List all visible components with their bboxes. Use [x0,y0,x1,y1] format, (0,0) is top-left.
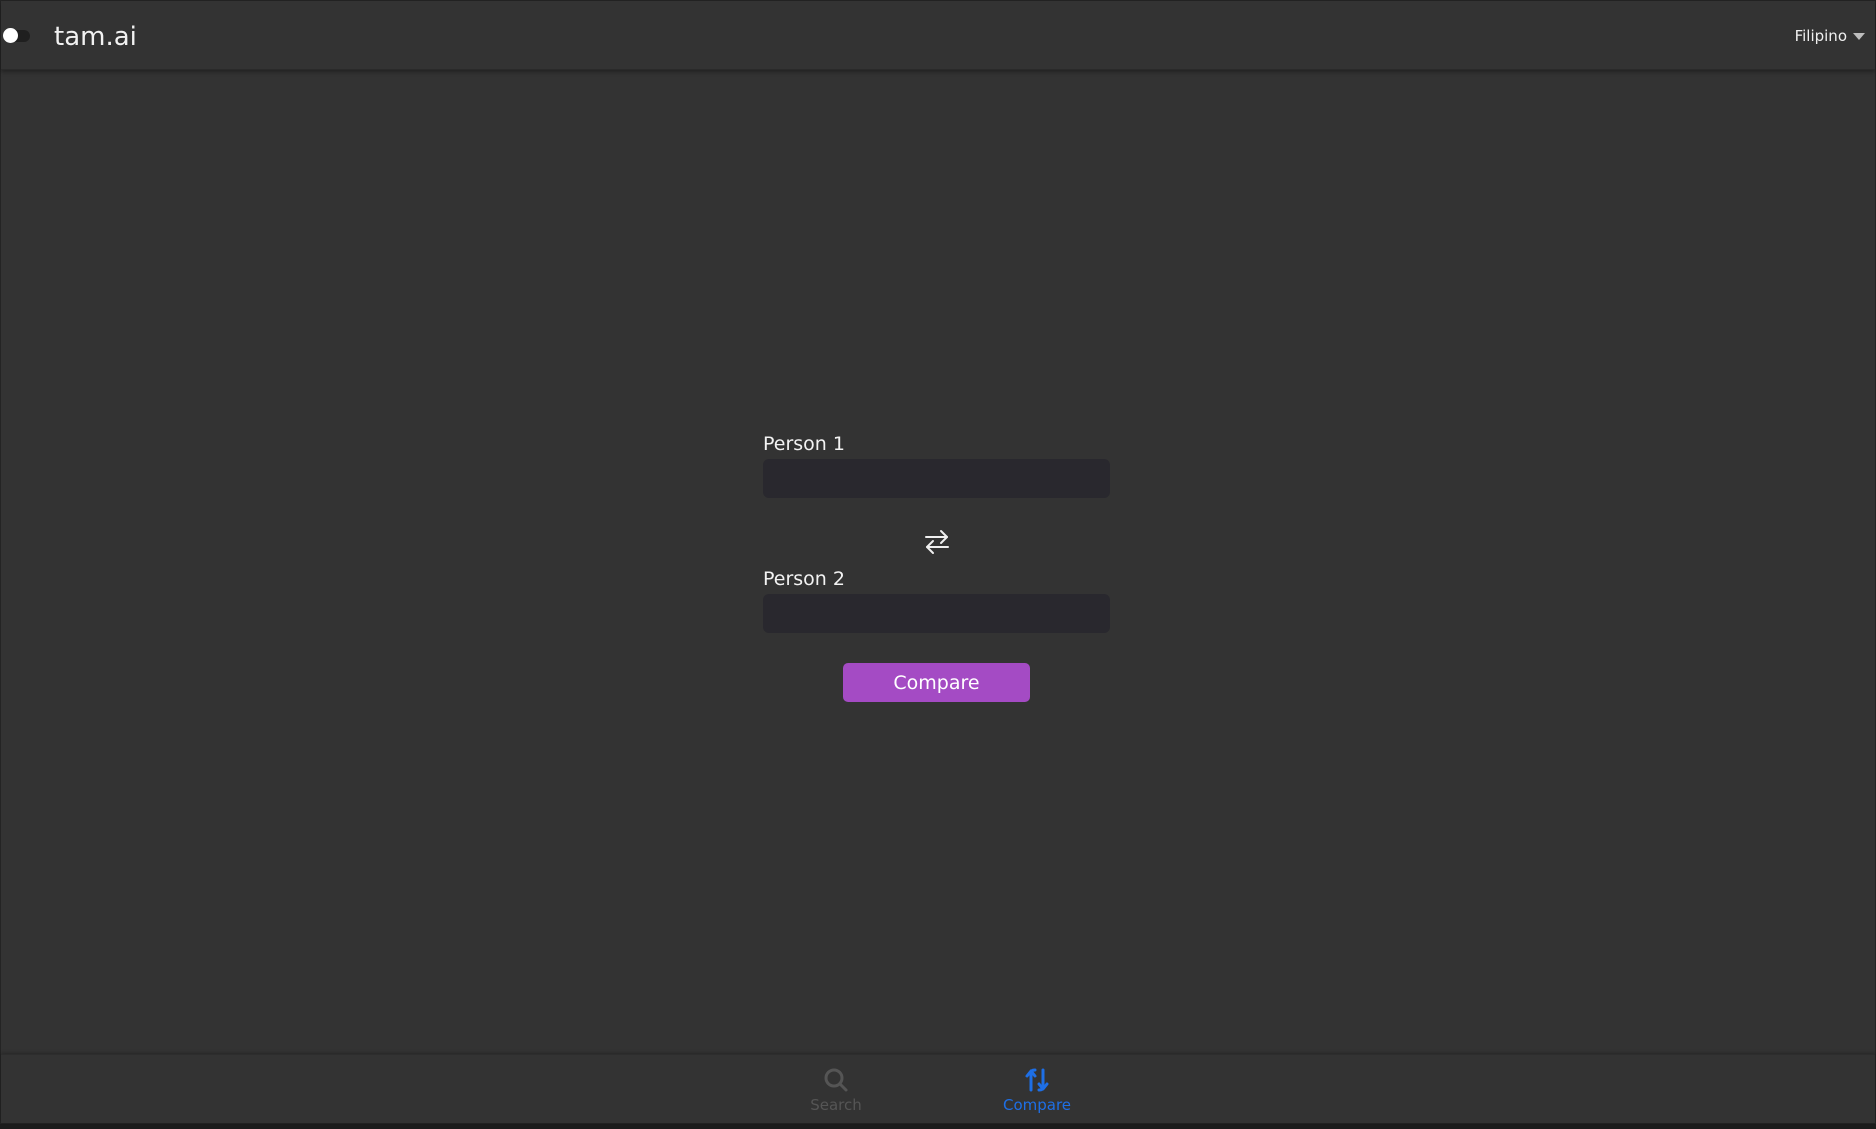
nav-item-search[interactable]: Search [736,1055,936,1124]
compare-button[interactable]: Compare [843,663,1030,702]
toggle-knob [3,28,18,43]
person1-label: Person 1 [763,433,845,455]
search-icon [824,1068,848,1092]
language-select-value: Filipino [1794,27,1847,45]
compare-icon [1025,1068,1049,1092]
bottom-navigation: Search Compare [1,1054,1875,1123]
nav-label-compare: Compare [1002,1096,1072,1114]
swap-button[interactable] [922,528,952,556]
app-window: tam.ai Filipino Person 1 Person 2 Compar… [0,0,1876,1124]
brand-title: tam.ai [54,22,137,52]
person2-input[interactable] [763,594,1110,633]
nav-item-compare[interactable]: Compare [937,1055,1137,1124]
caret-down-icon [1853,33,1865,40]
theme-toggle[interactable] [3,28,30,43]
person2-label: Person 2 [763,568,845,590]
compare-form: Person 1 Person 2 Compare [763,431,1110,702]
language-select[interactable]: Filipino [1795,27,1865,45]
swap-arrows-icon [924,530,949,554]
person1-input[interactable] [763,459,1110,498]
top-app-bar: tam.ai Filipino [1,1,1875,70]
nav-label-search: Search [810,1096,862,1114]
